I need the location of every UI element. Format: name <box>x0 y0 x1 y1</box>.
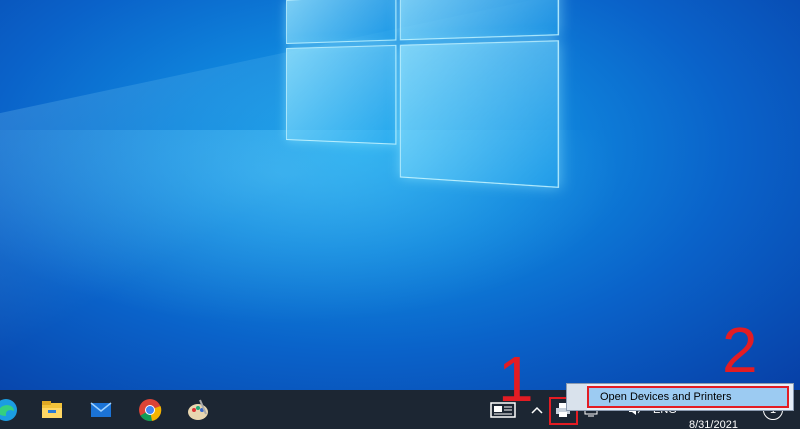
windows-logo-pane <box>286 0 397 45</box>
windows-logo-pane <box>399 40 560 188</box>
open-devices-and-printers-menu-item[interactable]: Open Devices and Printers <box>587 386 789 408</box>
menu-gutter <box>567 384 587 410</box>
windows-logo-pane <box>399 0 560 41</box>
desktop-wallpaper <box>0 0 800 390</box>
windows-logo <box>286 0 577 189</box>
chrome-icon[interactable] <box>138 398 162 422</box>
step-2-annotation: 2 <box>722 314 758 386</box>
paint-icon[interactable] <box>186 398 210 422</box>
clock-date[interactable]: 8/31/2021 <box>689 419 738 431</box>
windows-logo-pane <box>286 44 397 145</box>
step-1-annotation: 1 <box>498 343 534 415</box>
edge-icon[interactable] <box>0 398 18 422</box>
file-explorer-icon[interactable] <box>40 398 64 422</box>
printer-context-menu: Open Devices and Printers <box>566 383 794 411</box>
mail-icon[interactable] <box>89 398 113 422</box>
